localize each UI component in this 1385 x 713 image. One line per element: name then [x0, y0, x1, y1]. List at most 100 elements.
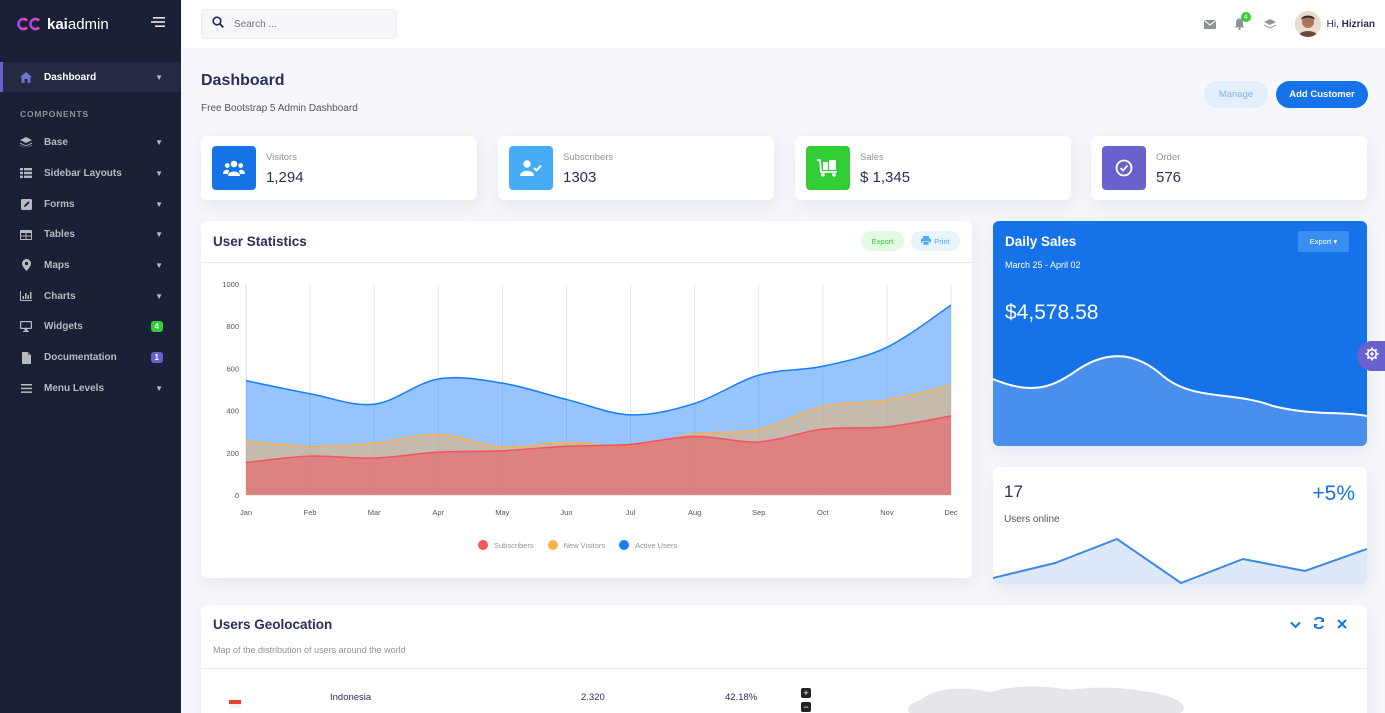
card-divider — [201, 668, 1367, 669]
geo-percent: 42.18% — [725, 692, 758, 703]
close-icon[interactable] — [1337, 617, 1347, 632]
topbar: 4 Hi, Hizrian — [181, 0, 1385, 48]
documentation-count-badge: 1 — [150, 352, 163, 363]
greeting-text: Hi, — [1326, 18, 1339, 30]
export-button[interactable]: Export — [861, 231, 904, 251]
users-online-change: +5% — [1312, 482, 1355, 505]
search-icon[interactable] — [212, 15, 224, 33]
daily-sales-export-button[interactable]: Export ▾ — [1298, 231, 1349, 252]
stat-name: Sales — [860, 152, 884, 163]
file-icon — [20, 351, 32, 364]
stat-name: Subscribers — [563, 152, 614, 163]
sidebar-item-base[interactable]: Base ▼ — [0, 128, 181, 158]
sidebar-item-dashboard[interactable]: Dashboard ▼ — [0, 62, 181, 92]
legend-dot — [619, 540, 630, 550]
sidebar-item-label: Forms — [44, 198, 75, 210]
card-tools — [1290, 616, 1347, 632]
user-statistics-card — [201, 221, 972, 578]
sidebar-item-maps[interactable]: Maps ▼ — [0, 250, 181, 280]
sidebar-item-tables[interactable]: Tables ▼ — [0, 220, 181, 250]
manage-button[interactable]: Manage — [1204, 81, 1268, 108]
daily-sales-amount: $4,578.58 — [1005, 301, 1099, 324]
caret-down-icon: ▾ — [1333, 237, 1338, 246]
search-box — [201, 9, 397, 39]
refresh-icon[interactable] — [1313, 616, 1325, 632]
map-marker-icon — [20, 259, 32, 272]
add-customer-button[interactable]: Add Customer — [1276, 81, 1368, 108]
legend-dot — [478, 540, 488, 550]
stat-card-order: Order 576 — [1091, 136, 1367, 200]
caret-down-icon: ▼ — [155, 383, 163, 393]
legend-item-active-users[interactable]: Active Users — [619, 540, 677, 550]
search-input[interactable] — [234, 18, 384, 30]
topbar-actions: 4 Hi, Hizrian — [1195, 0, 1385, 48]
print-label: Print — [934, 236, 950, 246]
sidebar-item-label: Tables — [44, 229, 75, 241]
sidebar-item-widgets[interactable]: Widgets 4 — [0, 312, 181, 342]
sidebar-item-label: Maps — [44, 259, 70, 271]
pen-square-icon — [20, 198, 32, 210]
legend-dot — [547, 540, 558, 550]
sidebar-item-menu-levels[interactable]: Menu Levels ▼ — [0, 373, 181, 403]
widgets-count-badge: 4 — [150, 321, 163, 333]
world-map — [908, 686, 1184, 713]
sidebar-item-label: Sidebar Layouts — [44, 167, 122, 179]
users-online-label: Users online — [1004, 514, 1060, 525]
stat-name: Order — [1156, 152, 1181, 163]
luggage-cart-icon — [806, 146, 850, 190]
desktop-icon — [20, 321, 32, 333]
caret-down-icon: ▼ — [155, 72, 163, 82]
daily-sales-card — [993, 221, 1367, 446]
daily-sales-title: Daily Sales — [1005, 234, 1077, 249]
avatar[interactable] — [1294, 11, 1321, 37]
logo[interactable]: kaiadmin — [16, 16, 109, 33]
envelope-icon[interactable] — [1195, 9, 1225, 39]
daily-sales-sparkline — [993, 355, 1367, 446]
settings-button[interactable] — [1357, 341, 1385, 371]
legend-item-subscribers[interactable]: Subscribers — [478, 540, 534, 550]
sidebar-item-label: Dashboard — [44, 71, 97, 83]
sidebar-item-charts[interactable]: Charts ▼ — [0, 281, 181, 311]
bell-icon[interactable]: 4 — [1225, 9, 1255, 39]
export-label: Export — [871, 236, 894, 246]
card-divider — [201, 262, 972, 263]
sidebar-item-forms[interactable]: Forms ▼ — [0, 189, 181, 219]
export-label: Export — [1309, 237, 1332, 246]
caret-down-icon: ▼ — [155, 138, 163, 148]
users-icon — [212, 146, 256, 190]
stat-card-visitors: Visitors 1,294 — [201, 136, 477, 200]
caret-down-icon: ▼ — [155, 168, 163, 178]
brand-admin: admin — [67, 15, 109, 33]
sidebar-item-documentation[interactable]: Documentation 1 — [0, 343, 181, 373]
map-zoom-in-button[interactable]: + — [801, 688, 811, 698]
brand-kai: kai — [47, 15, 68, 33]
layers-icon[interactable] — [1255, 9, 1285, 39]
page-subtitle: Free Bootstrap 5 Admin Dashboard — [201, 103, 358, 114]
check-circle-icon — [1102, 146, 1146, 190]
caret-down-icon: ▼ — [155, 230, 163, 240]
sidebar-nav: Dashboard ▼ COMPONENTS Base ▼ Sidebar La… — [0, 48, 181, 403]
user-greeting[interactable]: Hi, Hizrian — [1327, 19, 1375, 30]
users-online-sparkline — [993, 537, 1367, 584]
sidebar-item-label: Base — [44, 137, 68, 149]
layers-icon — [20, 137, 32, 149]
notification-count-badge: 4 — [1240, 12, 1251, 22]
stat-value: 1,294 — [266, 169, 304, 186]
bars-icon — [20, 382, 32, 394]
stat-card-subscribers: Subscribers 1303 — [498, 136, 774, 200]
caret-down-icon: ▼ — [155, 260, 163, 270]
legend-label: Active Users — [635, 540, 678, 550]
geolocation-title: Users Geolocation — [213, 617, 333, 632]
print-button[interactable]: Print — [911, 231, 960, 251]
sidebar-item-label: Charts — [44, 290, 76, 302]
sidebar: kaiadmin Dashboard ▼ COMPONENTS Base ▼ S… — [0, 0, 181, 713]
sidebar-item-label: Documentation — [44, 352, 117, 363]
username: Hizrian — [1341, 18, 1375, 30]
legend-item-new-visitors[interactable]: New Visitors — [547, 540, 605, 550]
chevron-down-icon[interactable] — [1290, 617, 1301, 632]
map-zoom-out-button[interactable]: − — [801, 702, 811, 712]
sidebar-item-sidebar-layouts[interactable]: Sidebar Layouts ▼ — [0, 158, 181, 188]
th-list-icon — [20, 167, 32, 179]
sidebar-toggle-icon[interactable] — [151, 15, 165, 33]
geolocation-subtitle: Map of the distribution of users around … — [213, 645, 406, 655]
